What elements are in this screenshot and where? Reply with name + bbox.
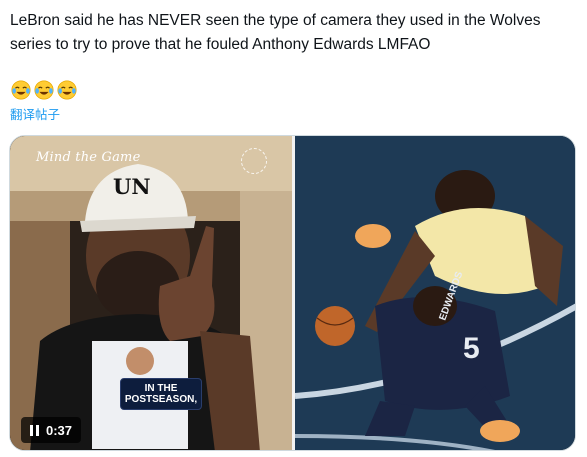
video-frame-game: 5 EDWARDS bbox=[295, 136, 575, 450]
channel-badge-icon bbox=[241, 148, 267, 174]
face-with-tears-of-joy-icon bbox=[11, 80, 31, 100]
post-text: LeBron said he has NEVER seen the type o… bbox=[10, 12, 541, 53]
video-player[interactable]: Mind the Game UN IN THE POSTSEASON, 0:37 bbox=[9, 135, 576, 451]
hat-logo-text: UN bbox=[113, 174, 151, 199]
face-with-tears-of-joy-icon bbox=[34, 80, 54, 100]
video-timer[interactable]: 0:37 bbox=[21, 417, 82, 443]
jersey-number: 5 bbox=[463, 332, 480, 365]
watermark-logo: Mind the Game bbox=[36, 150, 141, 165]
emoji-row bbox=[10, 79, 78, 101]
video-frame-podcast: Mind the Game UN IN THE POSTSEASON, 0:37 bbox=[10, 136, 292, 450]
translate-post-link[interactable]: 翻译帖子 bbox=[10, 104, 60, 123]
overhead-game-scene: 5 EDWARDS bbox=[295, 136, 575, 450]
pause-icon[interactable] bbox=[30, 424, 39, 436]
shirt-caption: IN THE POSTSEASON, bbox=[120, 378, 202, 410]
face-with-tears-of-joy-icon bbox=[57, 80, 77, 100]
timer-text: 0:37 bbox=[46, 422, 73, 438]
